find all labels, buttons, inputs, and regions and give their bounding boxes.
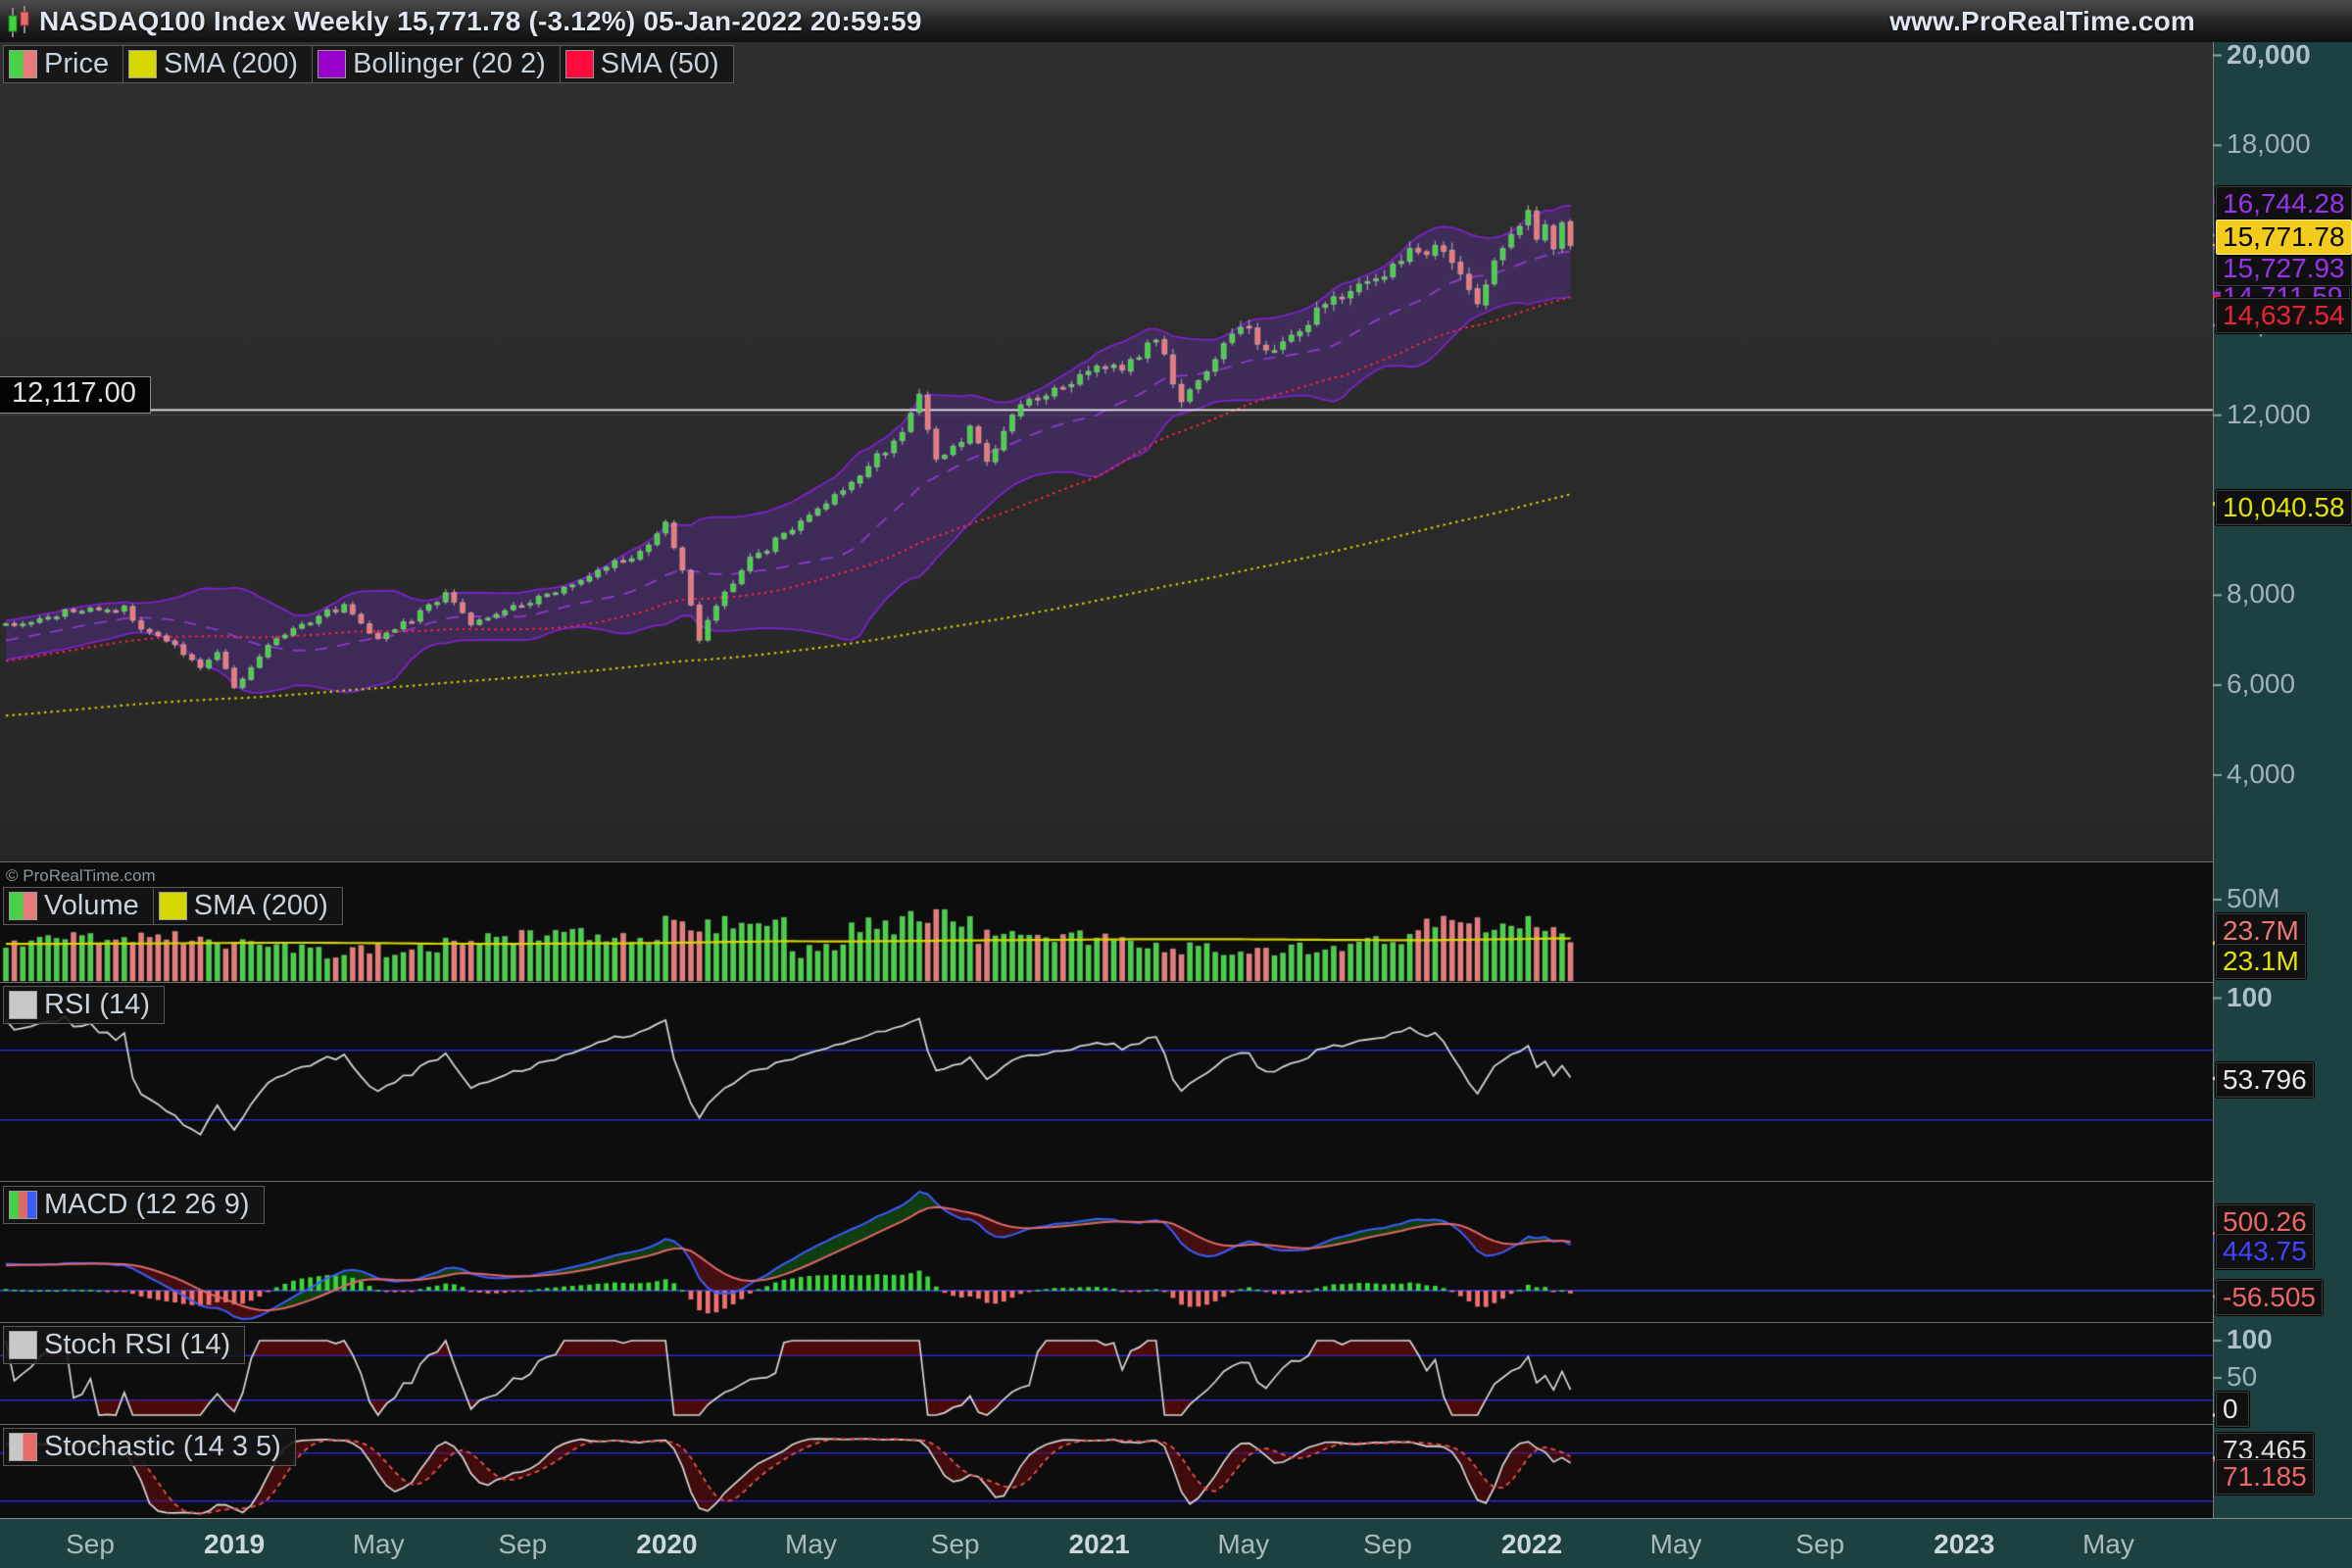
title-bar: NASDAQ100 Index Weekly 15,771.78 (-3.12%… <box>0 0 2352 42</box>
time-axis-label-2022-10: 2022 <box>1501 1529 1562 1560</box>
time-axis-label-May-11: May <box>1650 1529 1702 1560</box>
time-axis-label-May-8: May <box>1217 1529 1269 1560</box>
legend-volume-sma-label: SMA (200) <box>194 890 328 921</box>
time-axis-label-Sep-0: Sep <box>66 1529 115 1560</box>
time-axis-label-Sep-3: Sep <box>498 1529 547 1560</box>
site-link[interactable]: www.ProRealTime.com <box>1889 6 2195 37</box>
sma200-value: 10,040.58 <box>2216 490 2352 525</box>
price-legend: Price SMA (200) Bollinger (20 2) SMA (50… <box>3 45 733 83</box>
time-axis-label-2020-4: 2020 <box>636 1529 697 1560</box>
last-price-value: 15,771.78 <box>2216 220 2352 255</box>
time-axis-label-May-5: May <box>785 1529 837 1560</box>
rsi-legend: RSI (14) <box>3 986 164 1024</box>
bollinger-swatch-icon <box>318 50 346 78</box>
stochrsi-value: 0 <box>2216 1392 2249 1427</box>
chart-canvas[interactable] <box>0 0 2352 1568</box>
legend-sma200-label: SMA (200) <box>164 48 298 79</box>
volume-sma-swatch-icon <box>159 892 187 920</box>
legend-price[interactable]: Price <box>3 45 123 83</box>
stochrsi-swatch-icon <box>9 1331 37 1359</box>
legend-sma50-label: SMA (50) <box>601 48 719 79</box>
legend-stochrsi[interactable]: Stoch RSI (14) <box>3 1326 245 1364</box>
time-axis-label-2023-13: 2023 <box>1934 1529 1994 1560</box>
price-swatch-icon <box>9 50 37 78</box>
legend-volume-label: Volume <box>44 890 139 921</box>
copyright-watermark: © ProRealTime.com <box>6 866 156 886</box>
legend-macd-label: MACD (12 26 9) <box>44 1189 250 1220</box>
panel-divider <box>0 1424 2213 1425</box>
time-axis-label-Sep-6: Sep <box>931 1529 980 1560</box>
legend-bollinger[interactable]: Bollinger (20 2) <box>312 45 561 83</box>
legend-stochastic[interactable]: Stochastic (14 3 5) <box>3 1428 296 1466</box>
legend-bollinger-label: Bollinger (20 2) <box>353 48 546 79</box>
macd-line-value: 443.75 <box>2216 1234 2314 1269</box>
legend-sma200[interactable]: SMA (200) <box>122 45 313 83</box>
panel-divider <box>0 982 2213 983</box>
prorealtime-chart-window: NASDAQ100 Index Weekly 15,771.78 (-3.12%… <box>0 0 2352 1568</box>
rsi-value: 53.796 <box>2216 1062 2314 1098</box>
sma50-value: 14,637.54 <box>2216 298 2352 333</box>
legend-macd[interactable]: MACD (12 26 9) <box>3 1186 265 1224</box>
legend-price-label: Price <box>44 48 109 79</box>
panel-divider <box>0 861 2213 862</box>
legend-volume[interactable]: Volume <box>3 887 154 925</box>
panel-divider <box>0 1322 2213 1323</box>
macd-swatch-icon <box>9 1191 37 1219</box>
macd-hist-value: -56.505 <box>2216 1280 2323 1315</box>
legend-sma50[interactable]: SMA (50) <box>560 45 734 83</box>
time-axis-label-May-14: May <box>2082 1529 2134 1560</box>
stochrsi-legend: Stoch RSI (14) <box>3 1326 244 1364</box>
volume-legend: Volume SMA (200) <box>3 887 342 925</box>
candlestick-icon <box>4 4 33 39</box>
rsi-swatch-icon <box>9 991 37 1019</box>
panel-divider <box>0 1181 2213 1182</box>
volume-swatch-icon <box>9 892 37 920</box>
time-axis-label-2019-1: 2019 <box>204 1529 265 1560</box>
time-axis-label-2021-7: 2021 <box>1069 1529 1130 1560</box>
legend-rsi-label: RSI (14) <box>44 989 150 1020</box>
sma200-swatch-icon <box>128 50 157 78</box>
stochastic-legend: Stochastic (14 3 5) <box>3 1428 295 1466</box>
legend-volume-sma[interactable]: SMA (200) <box>153 887 343 925</box>
time-axis-label-Sep-9: Sep <box>1363 1529 1412 1560</box>
legend-stochrsi-label: Stoch RSI (14) <box>44 1329 230 1360</box>
legend-stochastic-label: Stochastic (14 3 5) <box>44 1431 281 1462</box>
sma50-swatch-icon <box>565 50 594 78</box>
stoch-d-value: 71.185 <box>2216 1459 2314 1494</box>
time-axis-label-Sep-12: Sep <box>1795 1529 1844 1560</box>
stochastic-swatch-icon <box>9 1433 37 1461</box>
chart-title: NASDAQ100 Index Weekly 15,771.78 (-3.12%… <box>39 6 922 37</box>
legend-rsi[interactable]: RSI (14) <box>3 986 165 1024</box>
volume-sma-value: 23.1M <box>2216 944 2306 979</box>
time-axis-label-May-2: May <box>353 1529 405 1560</box>
macd-legend: MACD (12 26 9) <box>3 1186 264 1224</box>
bollinger-upper-value: 16,744.28 <box>2216 186 2352 221</box>
price-level-label[interactable]: 12,117.00 <box>0 376 151 414</box>
